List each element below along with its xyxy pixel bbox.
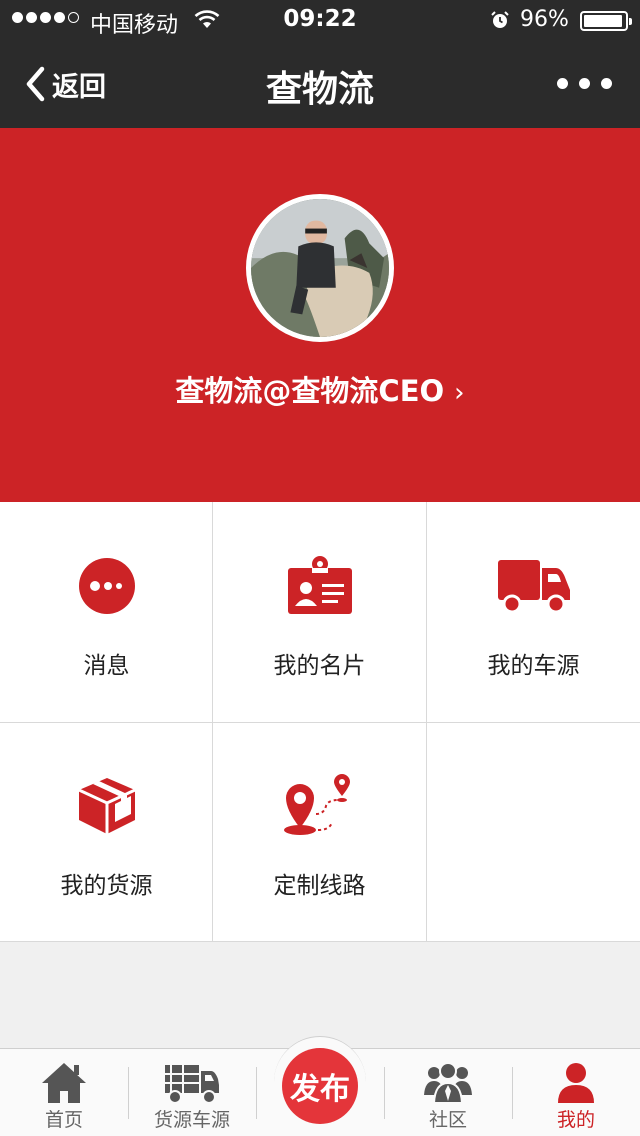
home-icon [42,1063,86,1103]
grid-item-business-card[interactable]: 我的名片 [213,502,426,722]
back-label: 返回 [52,71,106,103]
grid-item-label: 我的名片 [273,653,366,679]
truck-icon [497,560,570,614]
publish-button[interactable]: 发布 [282,1048,358,1124]
tab-label: 首页 [44,1109,83,1131]
user-icon [558,1063,594,1103]
cargo-truck-icon [165,1065,219,1104]
status-bar: 中国移动 09:22 96% [0,0,640,40]
profile-name-link[interactable]: 查物流@查物流CEO › [0,368,640,410]
route-pin-icon [283,774,350,835]
community-icon [424,1062,472,1104]
feature-grid: 消息 我的名片 我的车源 我的货源 定制线路 [0,502,640,942]
alarm-icon [491,11,509,28]
tab-community[interactable]: 社区 [384,1049,512,1136]
tab-label: 货源车源 [153,1109,230,1131]
tab-home[interactable]: 首页 [0,1049,128,1136]
tab-cargo-trucks[interactable]: 货源车源 [128,1049,256,1136]
grid-item-label: 定制线路 [273,873,366,899]
business-card-icon [287,556,352,614]
tab-label: 社区 [428,1109,467,1131]
grid-item-my-trucks[interactable]: 我的车源 [427,502,640,722]
chevron-left-icon [26,66,45,102]
grid-item-messages[interactable]: 消息 [0,502,213,722]
back-button[interactable]: 返回 [24,64,106,104]
grid-item-label: 我的车源 [487,653,580,679]
grid-item-label: 消息 [83,653,130,679]
tab-mine[interactable]: 我的 [512,1049,640,1136]
chevron-right-icon: › [454,378,465,408]
battery-icon [580,11,632,31]
avatar[interactable] [246,194,394,342]
chat-bubble-icon [78,558,135,614]
more-icon[interactable] [557,78,612,89]
grid-item-my-cargo[interactable]: 我的货源 [0,722,213,942]
grid-item-label: 我的货源 [60,873,153,899]
grid-item-custom-route[interactable]: 定制线路 [213,722,426,942]
profile-header: 查物流@查物流CEO › [0,128,640,502]
package-box-icon [77,778,136,834]
tab-label: 我的 [556,1109,595,1131]
avatar-photo [251,199,389,337]
battery-percent: 96% [520,7,569,32]
profile-name: 查物流@查物流CEO [175,374,445,408]
nav-bar: 返回 查物流 [0,40,640,128]
